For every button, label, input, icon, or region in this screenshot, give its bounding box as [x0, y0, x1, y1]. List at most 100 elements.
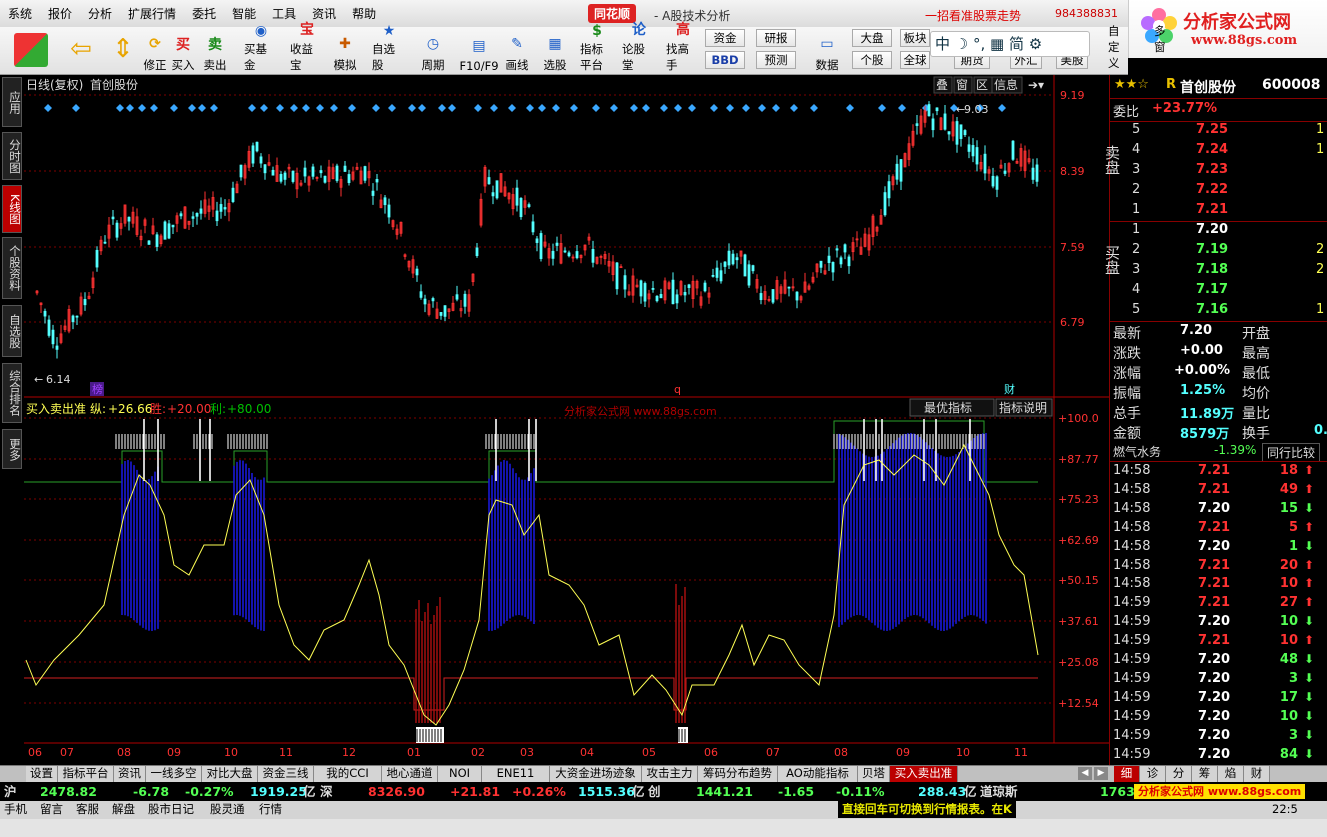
up-down-icon[interactable]: ⇕ [106, 33, 140, 67]
toolbar-button[interactable]: ▤ F10/F9 [456, 29, 502, 73]
peer-compare-button[interactable]: 同行比较 [1262, 443, 1321, 462]
toolbar-small-button[interactable]: 资金 [705, 29, 745, 47]
indicator-tab[interactable]: 资讯 [114, 766, 146, 782]
left-tab[interactable]: 分时图 [2, 132, 22, 180]
menu-item[interactable]: 扩展行情 [120, 5, 184, 22]
bid-price[interactable]: 7.19 [1196, 242, 1228, 257]
status-link[interactable]: 留言 [40, 801, 63, 818]
status-link[interactable]: 行情 [259, 801, 282, 818]
menu-item[interactable]: 帮助 [344, 5, 384, 22]
event-marker[interactable]: q [672, 382, 686, 396]
toolbar-button[interactable]: 卖卖出 [198, 29, 232, 73]
scroll-left-icon[interactable]: ◀ [1078, 767, 1092, 780]
indicator-tab[interactable]: 筹码分布趋势 [698, 766, 778, 782]
app-logo-icon[interactable] [14, 33, 48, 67]
menu-item[interactable]: 分析 [80, 5, 120, 22]
indicator-tab[interactable]: 地心通道 [382, 766, 438, 782]
toolbar-small-button[interactable]: 大盘 [852, 29, 892, 47]
back-icon[interactable]: ⇦ [64, 33, 98, 67]
toolbar-small-button[interactable]: 预测 [756, 51, 796, 69]
indicator-tab[interactable]: NOI [438, 766, 482, 782]
signal-diamond [610, 104, 618, 112]
bid-price[interactable]: 7.16 [1196, 302, 1228, 317]
chart-area[interactable]: 日线(复权) 首创股份 买入卖出准 纵: +26.66 胜: +20.00 利:… [24, 75, 1109, 765]
toolbar-button[interactable]: ★ 自选股 [372, 23, 406, 73]
toolbar-button[interactable]: ✚ 模拟 [328, 29, 362, 73]
indicator-explain-button[interactable]: 指标说明 [995, 398, 1053, 417]
left-tab[interactable]: 自选股 [2, 305, 22, 357]
status-link[interactable]: 客服 [76, 801, 99, 818]
toolbar-16[interactable]: 多窗口 [1154, 24, 1166, 71]
best-indicator-button[interactable]: 最优指标 [909, 398, 995, 417]
toolbar-button[interactable]: 买买入 [166, 29, 200, 73]
menu-item[interactable]: 委托 [184, 5, 224, 22]
indicator-tab[interactable]: 买入卖出准 [890, 766, 958, 782]
event-marker[interactable]: 榜 [90, 382, 104, 396]
left-tab[interactable]: 综合排名 [2, 363, 22, 423]
left-tab[interactable]: 个股资料 [2, 237, 22, 299]
indicator-tab[interactable]: 一线多空 [146, 766, 202, 782]
toolbar-15[interactable]: 自定义 [1108, 24, 1128, 71]
right-panel-tab[interactable]: 焰 [1218, 766, 1244, 782]
indicator-tab[interactable]: 我的CCI [314, 766, 382, 782]
kline-header-button[interactable]: 叠 [933, 76, 953, 94]
indicator-tab[interactable]: ENE11 [482, 766, 550, 782]
bid-price[interactable]: 7.18 [1196, 262, 1228, 277]
toolbar-button[interactable]: 宝收益宝 [290, 22, 324, 73]
indicator-tab[interactable]: 大资金进场迹象 [550, 766, 642, 782]
ask-price[interactable]: 7.22 [1196, 182, 1228, 197]
ask-price[interactable]: 7.25 [1196, 122, 1228, 137]
toolbar-button[interactable]: ◉ 买基金 [244, 23, 278, 73]
indicator-tab[interactable]: 指标平台 [58, 766, 114, 782]
indicator-tab[interactable]: 设置 [26, 766, 58, 782]
toolbar-button[interactable]: ▦ 选股 [538, 29, 572, 73]
scroll-right-icon[interactable]: ▶ [1094, 767, 1108, 780]
kline-header-button[interactable]: 窗 [953, 76, 973, 94]
left-tab[interactable]: K线图 [2, 185, 22, 233]
indicator-tab[interactable]: 对比大盘 [202, 766, 258, 782]
sector-name[interactable]: 燃气水务 [1113, 443, 1161, 460]
indicator-tab[interactable]: AO动能指标 [778, 766, 858, 782]
toolbar-button[interactable]: ◷ 周期 [416, 29, 450, 73]
toolbar-small-button[interactable]: 个股 [852, 51, 892, 69]
status-link[interactable]: 股灵通 [210, 801, 245, 818]
status-link[interactable]: 解盘 [112, 801, 135, 818]
promo-link[interactable]: 一招看准股票走势 [925, 7, 1021, 24]
ime-toolbar[interactable]: 中 ☽ °, ▦ 简 ⚙ [930, 31, 1090, 57]
ask-price[interactable]: 7.24 [1196, 142, 1228, 157]
toolbar-button[interactable]: $ 指标平台 [580, 23, 614, 73]
right-panel-tab[interactable]: 分 [1166, 766, 1192, 782]
toolbar-small-button[interactable]: 板块 [900, 29, 930, 47]
event-marker[interactable]: 财 [1002, 382, 1016, 396]
candle-body [111, 216, 115, 220]
right-panel-tab[interactable]: 诊 [1140, 766, 1166, 782]
left-tab[interactable]: 应用 [2, 77, 22, 127]
toolbar-button[interactable]: 高找高手 [666, 22, 700, 73]
menu-item[interactable]: 系统 [0, 5, 40, 22]
indicator-tab[interactable]: 攻击主力 [642, 766, 698, 782]
status-link[interactable]: 手机 [4, 801, 27, 818]
bid-price[interactable]: 7.20 [1196, 222, 1228, 237]
right-panel-tab[interactable]: 财 [1244, 766, 1270, 782]
left-tab[interactable]: 更多 [2, 429, 22, 469]
menu-item[interactable]: 智能 [224, 5, 264, 22]
toolbar-small-button[interactable]: 全球 [900, 51, 930, 69]
toolbar-button[interactable]: ✎ 画线 [500, 29, 534, 73]
nav-arrow-icon[interactable]: ➔▾ [1028, 78, 1044, 92]
right-panel-tab[interactable]: 细 [1114, 766, 1140, 782]
kline-header-button[interactable]: 信息 [991, 76, 1023, 94]
status-link[interactable]: 股市日记 [148, 801, 194, 818]
kline-chart-svg[interactable]: 日线(复权) 首创股份 买入卖出准 纵: +26.66 胜: +20.00 利:… [24, 75, 1109, 765]
kline-header-button[interactable]: 区 [973, 76, 993, 94]
ask-price[interactable]: 7.23 [1196, 162, 1228, 177]
menu-item[interactable]: 报价 [40, 5, 80, 22]
toolbar-small-button[interactable]: 研报 [756, 29, 796, 47]
toolbar-small-button[interactable]: BBD [705, 51, 745, 69]
bid-price[interactable]: 7.17 [1196, 282, 1228, 297]
indicator-tab[interactable]: 贝塔 [858, 766, 890, 782]
right-panel-tab[interactable]: 筹 [1192, 766, 1218, 782]
toolbar-button[interactable]: ▭ 数据 [810, 29, 844, 73]
toolbar-button[interactable]: 论论股堂 [622, 22, 656, 73]
ask-price[interactable]: 7.21 [1196, 202, 1228, 217]
indicator-tab[interactable]: 资金三线 [258, 766, 314, 782]
